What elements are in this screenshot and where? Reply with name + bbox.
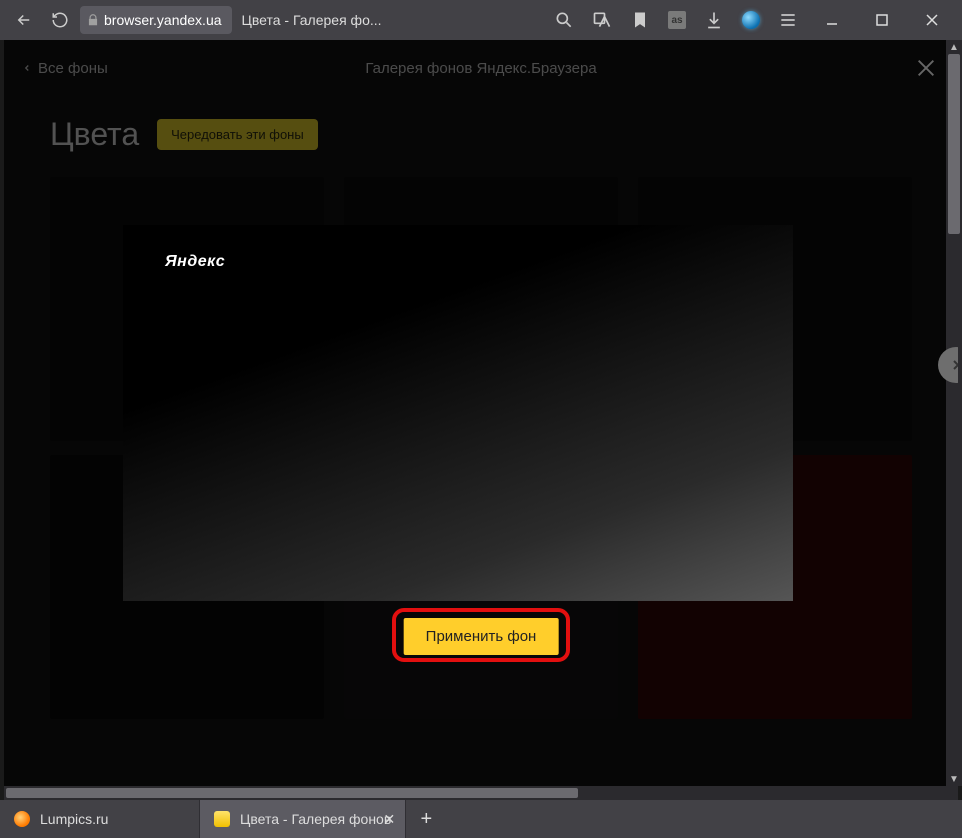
window-minimize-button[interactable]: [816, 6, 848, 34]
window-maximize-button[interactable]: [866, 6, 898, 34]
title-row: Цвета Чередовать эти фоны: [4, 96, 958, 177]
scroll-down-icon[interactable]: ▼: [946, 772, 962, 786]
scroll-up-icon[interactable]: ▲: [946, 40, 962, 54]
menu-icon[interactable]: [778, 10, 798, 30]
translate-icon[interactable]: [592, 10, 612, 30]
new-tab-button[interactable]: +: [406, 800, 446, 838]
reload-button[interactable]: [44, 4, 76, 36]
favicon-icon: [14, 811, 30, 827]
tab-bar: Lumpics.ru Цвета - Галерея фонов ✕ +: [0, 800, 962, 838]
url-host: browser.yandex.ua: [104, 12, 226, 28]
lock-icon: [86, 13, 100, 27]
browser-toolbar: browser.yandex.ua Цвета - Галерея фо... …: [0, 0, 962, 40]
close-gallery-button[interactable]: [912, 54, 940, 82]
tab-label: Цвета - Галерея фонов: [240, 811, 391, 827]
gallery-title: Галерея фонов Яндекс.Браузера: [365, 60, 596, 77]
browser-tab[interactable]: Цвета - Галерея фонов ✕: [200, 800, 406, 838]
address-bar[interactable]: browser.yandex.ua: [80, 6, 232, 34]
scrollbar-thumb[interactable]: [948, 54, 960, 234]
back-to-all-link[interactable]: Все фоны: [22, 60, 108, 77]
scrollbar-thumb[interactable]: [6, 788, 578, 798]
page-title-chrome: Цвета - Галерея фо...: [242, 12, 382, 28]
preview-brand-label: Яндекс: [165, 253, 225, 271]
window-close-button[interactable]: [916, 6, 948, 34]
background-preview: Яндекс: [123, 225, 793, 601]
back-button[interactable]: [8, 4, 40, 36]
close-tab-button[interactable]: ✕: [384, 811, 396, 828]
page-header: Все фоны Галерея фонов Яндекс.Браузера: [4, 40, 958, 96]
downloads-icon[interactable]: [704, 10, 724, 30]
search-icon[interactable]: [554, 10, 574, 30]
tab-label: Lumpics.ru: [40, 811, 108, 827]
yandex-services-icon[interactable]: [742, 11, 760, 29]
vertical-scrollbar[interactable]: ▲ ▼: [946, 40, 962, 786]
next-page-button[interactable]: [938, 347, 958, 383]
back-label: Все фоны: [38, 60, 108, 77]
extension-badge[interactable]: as: [668, 11, 686, 29]
apply-background-button[interactable]: Применить фон: [404, 618, 559, 655]
bookmark-icon[interactable]: [630, 10, 650, 30]
horizontal-scrollbar[interactable]: [4, 786, 958, 800]
shuffle-backgrounds-button[interactable]: Чередовать эти фоны: [157, 119, 318, 150]
page-heading: Цвета: [50, 116, 139, 153]
browser-tab[interactable]: Lumpics.ru: [0, 800, 200, 838]
favicon-icon: [214, 811, 230, 827]
